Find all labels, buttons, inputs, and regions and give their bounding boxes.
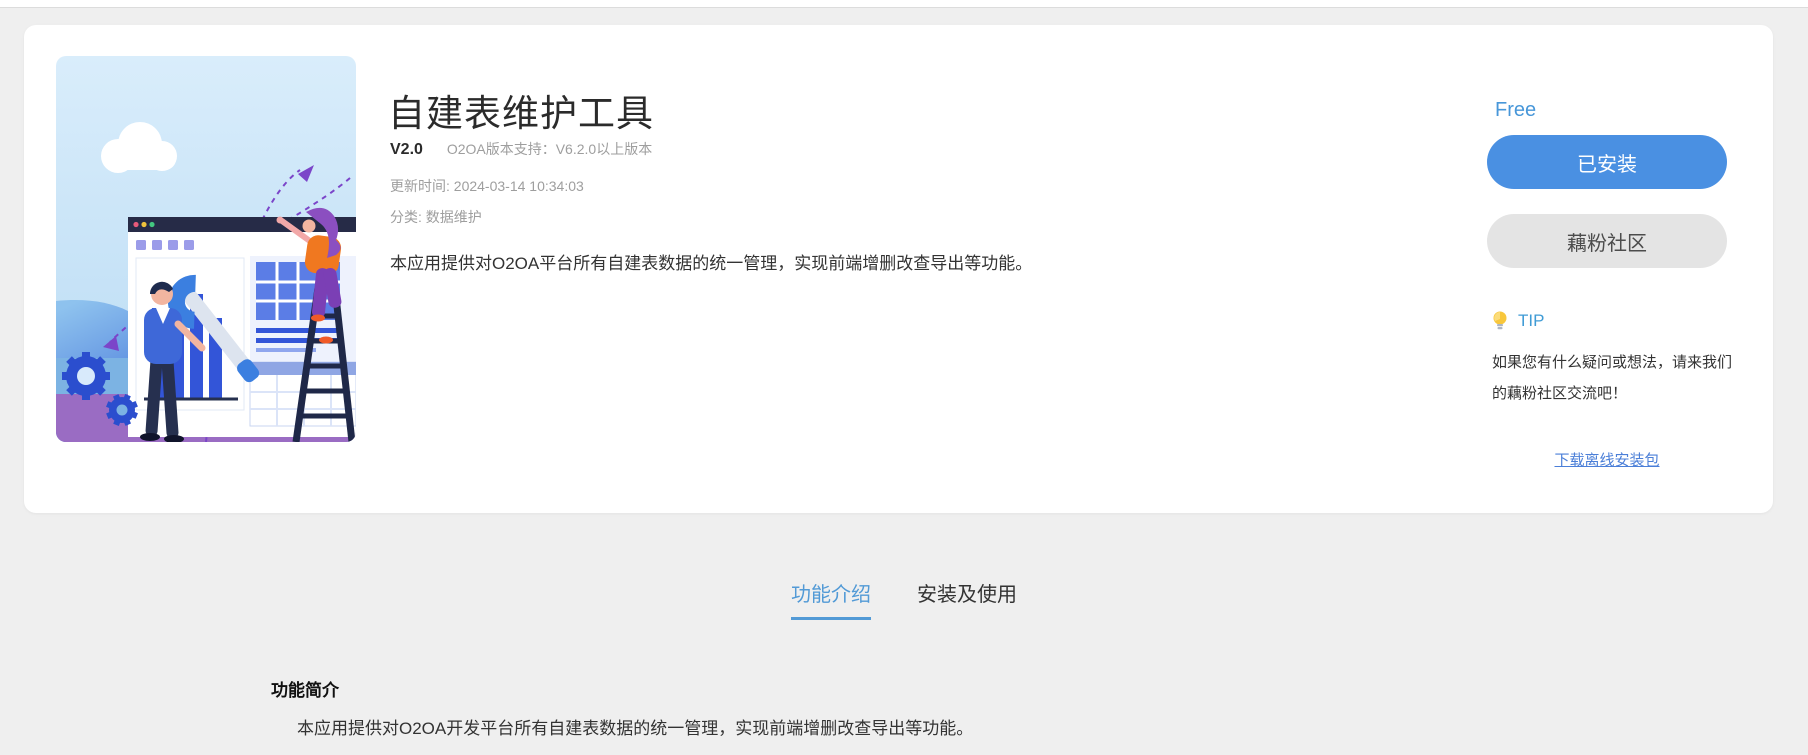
price-label: Free: [1495, 99, 1537, 121]
illustration-svg: [56, 56, 356, 442]
tip-title: TIP: [1518, 311, 1545, 330]
app-title: 自建表维护工具: [388, 93, 654, 134]
version-line: V2.0 O2OA版本支持：V6.2.0以上版本: [390, 139, 652, 159]
app-description: 本应用提供对O2OA平台所有自建表数据的统一管理，实现前端增删改查导出等功能。: [390, 254, 1033, 273]
tab-install-usage[interactable]: 安装及使用: [917, 578, 1017, 620]
platform-support: O2OA版本支持：V6.2.0以上版本: [446, 141, 653, 157]
lightbulb-icon: [1493, 311, 1507, 330]
section-body: 本应用提供对O2OA开发平台所有自建表数据的统一管理，实现前端增删改查导出等功能…: [297, 719, 974, 738]
community-button[interactable]: 藕粉社区: [1487, 214, 1727, 268]
download-offline-package-link[interactable]: 下载离线安装包: [1487, 449, 1727, 470]
browser-top-strip: [0, 0, 1808, 8]
detail-tabs: 功能介绍 安装及使用: [0, 578, 1808, 620]
app-category: 分类: 数据维护: [390, 209, 482, 225]
app-cover-illustration: [56, 56, 356, 442]
app-detail-card: 自建表维护工具 V2.0 O2OA版本支持：V6.2.0以上版本 更新时间: 2…: [24, 25, 1773, 513]
section-heading: 功能简介: [271, 681, 339, 700]
installed-button[interactable]: 已安装: [1487, 135, 1727, 189]
updated-at: 更新时间: 2024-03-14 10:34:03: [390, 178, 584, 194]
tip-header: TIP: [1492, 311, 1544, 331]
app-version: V2.0: [390, 141, 423, 158]
tip-text: 如果您有什么疑问或想法，请来我们的藕粉社区交流吧！: [1492, 354, 1733, 402]
tab-feature-intro[interactable]: 功能介绍: [791, 578, 871, 620]
